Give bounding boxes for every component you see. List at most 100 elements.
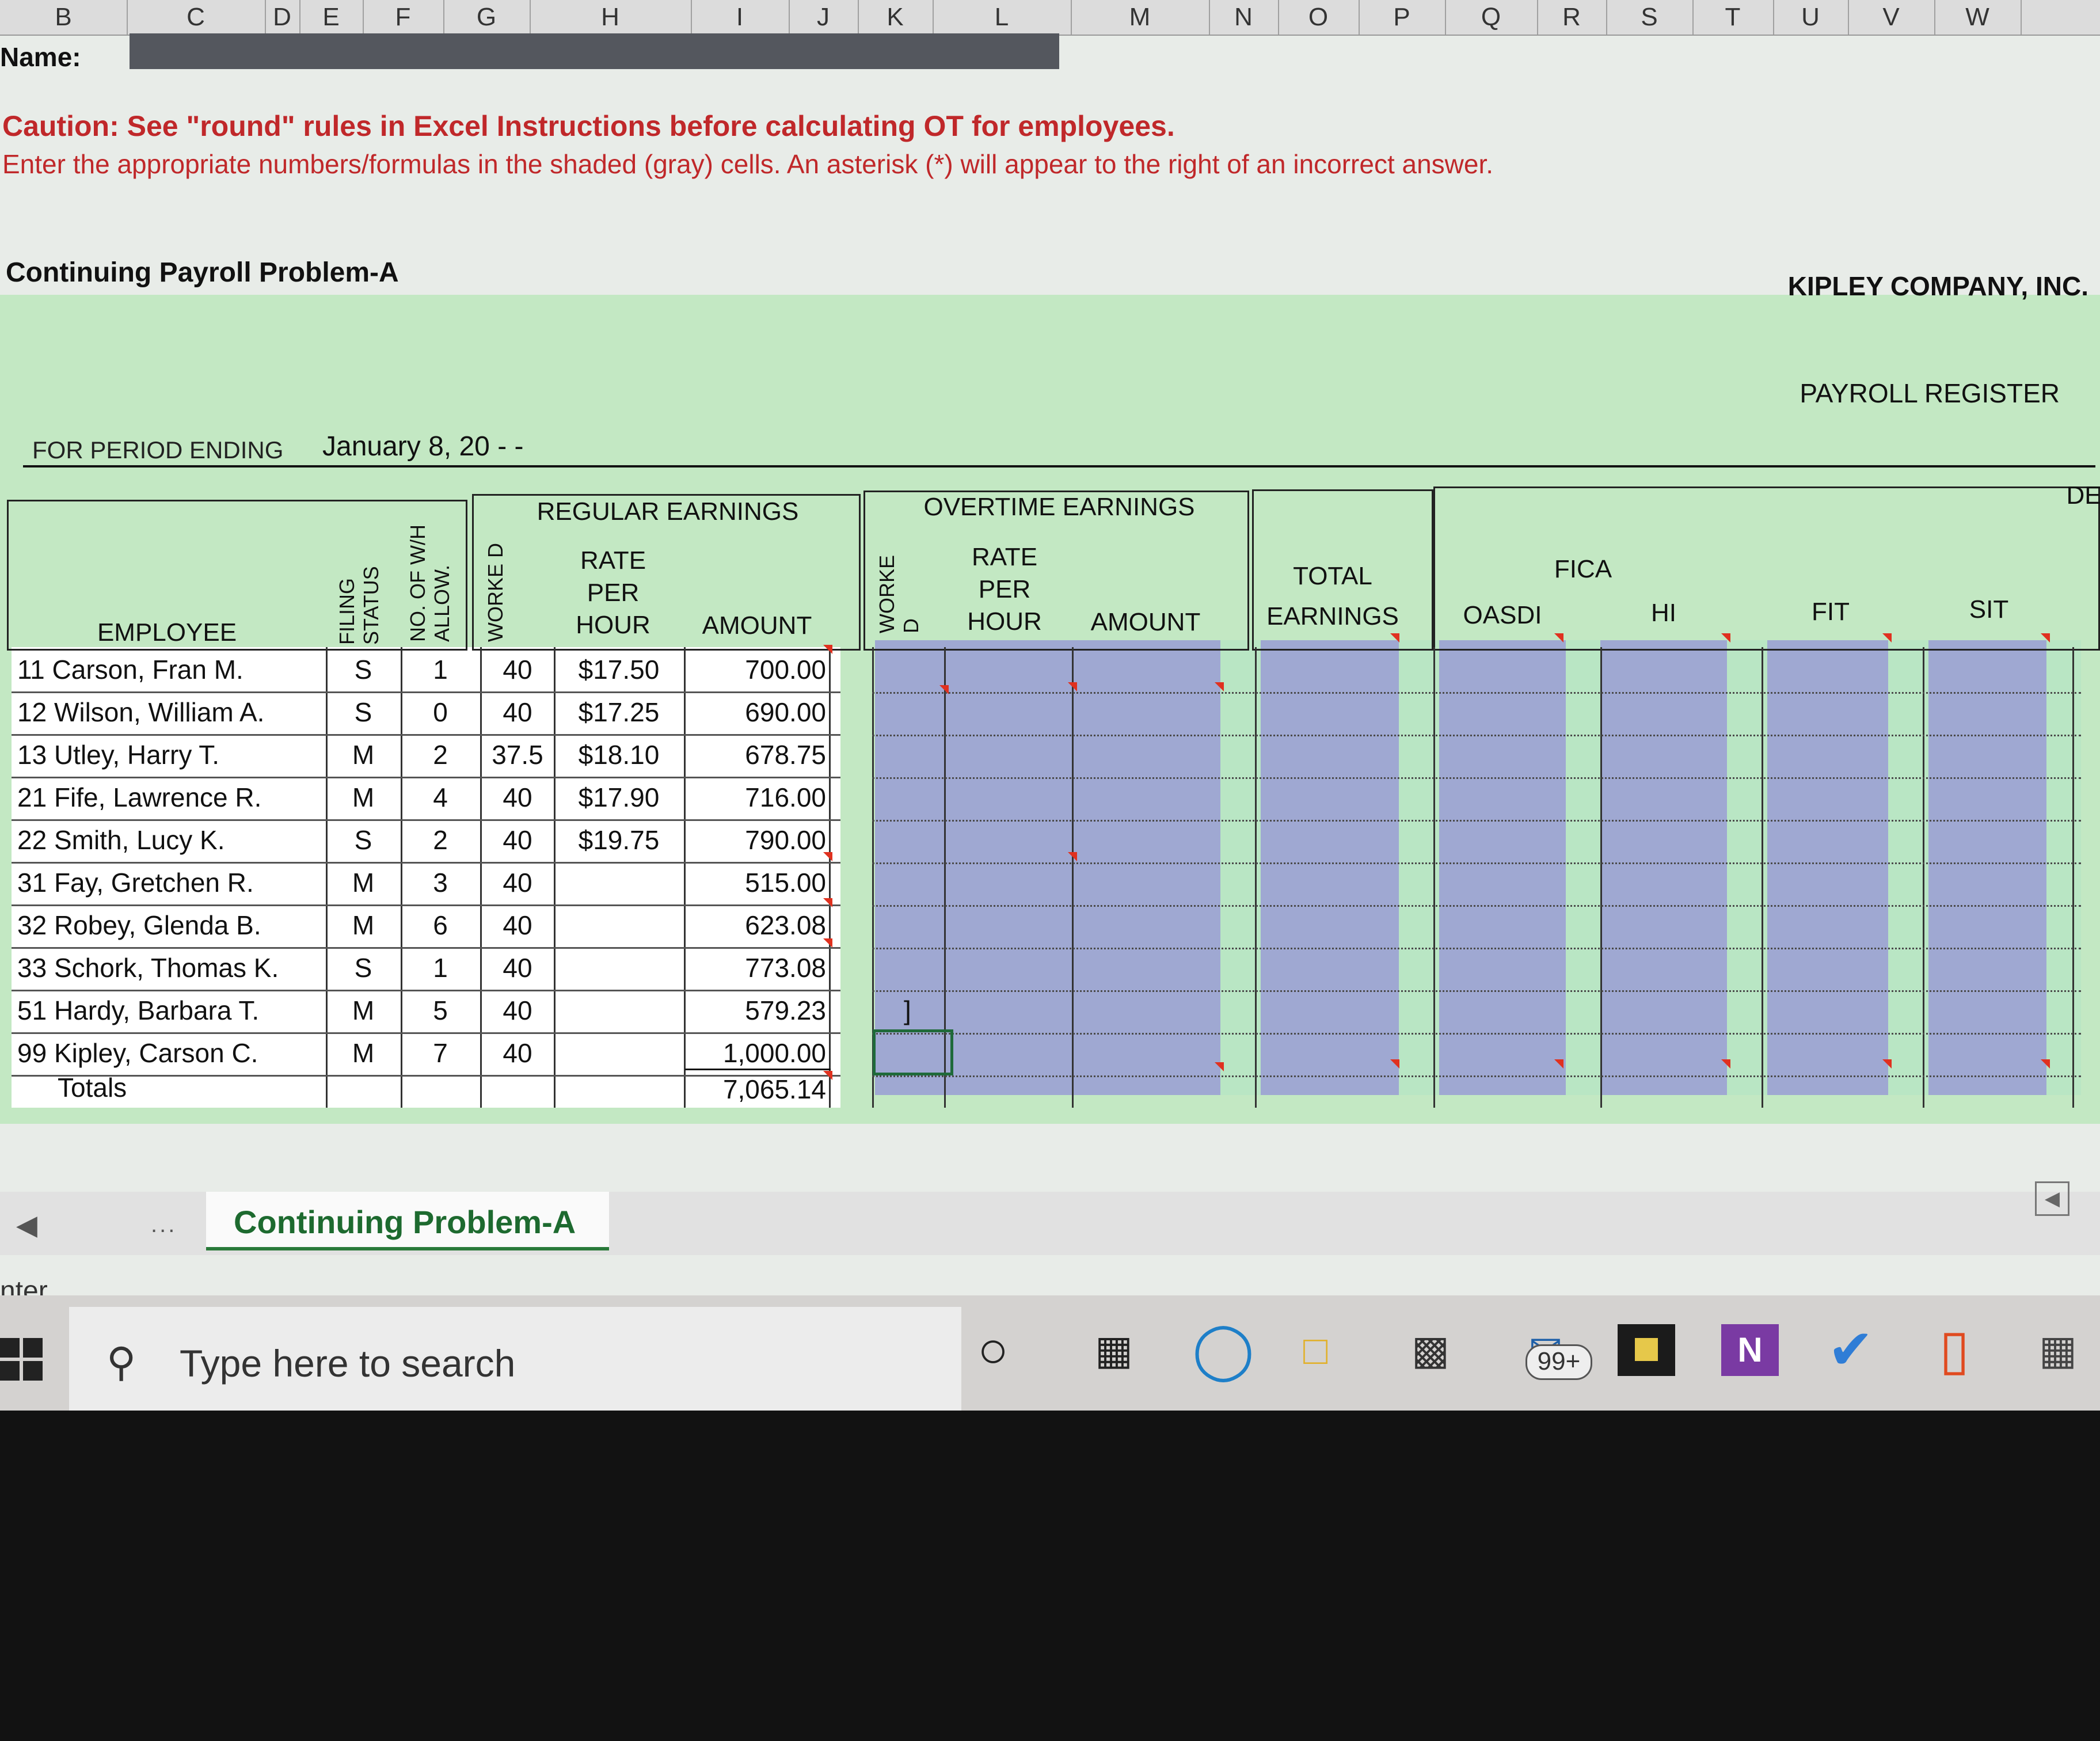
- cell-status[interactable]: M: [328, 906, 398, 944]
- cell-allow[interactable]: 1: [403, 949, 478, 987]
- shaded-input-column[interactable]: [1928, 640, 2046, 1095]
- column-letter[interactable]: I: [691, 0, 790, 35]
- cell-name[interactable]: 21 Fife, Lawrence R.: [14, 778, 328, 816]
- shaded-input-column[interactable]: [1072, 640, 1220, 1095]
- column-letter[interactable]: W: [1934, 0, 2022, 35]
- cell-hours[interactable]: 40: [482, 991, 553, 1029]
- column-letter[interactable]: V: [1848, 0, 1935, 35]
- scroll-tabs-left-icon[interactable]: ◀: [16, 1209, 37, 1241]
- cell-amount[interactable]: 623.08: [685, 906, 831, 944]
- store-icon[interactable]: ▩: [1399, 1318, 1462, 1382]
- column-letter[interactable]: P: [1359, 0, 1446, 35]
- cell-name[interactable]: 31 Fay, Gretchen R.: [14, 864, 328, 902]
- cell-amount[interactable]: 515.00: [685, 864, 831, 902]
- active-cell[interactable]: [873, 1029, 953, 1075]
- cell-rate[interactable]: $19.75: [556, 821, 682, 859]
- column-letter[interactable]: F: [363, 0, 444, 35]
- cell-status[interactable]: S: [328, 651, 398, 689]
- column-letter[interactable]: U: [1773, 0, 1849, 35]
- cell-allow[interactable]: 2: [403, 821, 478, 859]
- cell-hours[interactable]: 40: [482, 949, 553, 987]
- cell-hours[interactable]: 40: [482, 1034, 553, 1072]
- shaded-input-column[interactable]: [1767, 640, 1888, 1095]
- cell-hours[interactable]: 40: [482, 864, 553, 902]
- column-letter[interactable]: J: [789, 0, 859, 35]
- cell-status[interactable]: S: [328, 949, 398, 987]
- cell-amount[interactable]: 716.00: [685, 778, 831, 816]
- cell-hours[interactable]: 40: [482, 906, 553, 944]
- cell-hours[interactable]: 40: [482, 778, 553, 816]
- column-letter[interactable]: D: [265, 0, 300, 35]
- column-letter[interactable]: E: [299, 0, 364, 35]
- column-letter[interactable]: L: [933, 0, 1072, 35]
- cell-status[interactable]: M: [328, 1034, 398, 1072]
- cell-name[interactable]: 32 Robey, Glenda B.: [14, 906, 328, 944]
- shaded-input-column[interactable]: [1261, 640, 1399, 1095]
- cortana-icon[interactable]: ○: [961, 1318, 1025, 1382]
- more-tabs-button[interactable]: ...: [151, 1212, 177, 1238]
- todo-check-icon[interactable]: ✔: [1819, 1318, 1882, 1382]
- totals-amount[interactable]: 7,065.14: [685, 1069, 831, 1108]
- cell-name[interactable]: 99 Kipley, Carson C.: [14, 1034, 328, 1072]
- cell-allow[interactable]: 4: [403, 778, 478, 816]
- cell-name[interactable]: 22 Smith, Lucy K.: [14, 821, 328, 859]
- cell-amount[interactable]: 773.08: [685, 949, 831, 987]
- cell-hours[interactable]: 37.5: [482, 736, 553, 774]
- cell-allow[interactable]: 0: [403, 693, 478, 731]
- cell-rate[interactable]: $18.10: [556, 736, 682, 774]
- column-letter[interactable]: T: [1692, 0, 1774, 35]
- column-letter[interactable]: B: [0, 0, 128, 35]
- column-letter[interactable]: S: [1606, 0, 1694, 35]
- cell-allow[interactable]: 5: [403, 991, 478, 1029]
- cell-status[interactable]: S: [328, 693, 398, 731]
- calculator-icon[interactable]: ▦: [2026, 1318, 2090, 1382]
- cell-name[interactable]: 12 Wilson, William A.: [14, 693, 328, 731]
- column-letter[interactable]: R: [1537, 0, 1607, 35]
- cell-hours[interactable]: 40: [482, 821, 553, 859]
- cell-status[interactable]: S: [328, 821, 398, 859]
- cell-allow[interactable]: 6: [403, 906, 478, 944]
- cell-allow[interactable]: 7: [403, 1034, 478, 1072]
- cell-status[interactable]: M: [328, 778, 398, 816]
- name-input-cell[interactable]: [130, 33, 1059, 69]
- column-letter[interactable]: N: [1209, 0, 1279, 35]
- cell-rate[interactable]: $17.90: [556, 778, 682, 816]
- cell-name[interactable]: 33 Schork, Thomas K.: [14, 949, 328, 987]
- cell-status[interactable]: M: [328, 736, 398, 774]
- office-icon[interactable]: ▯: [1923, 1318, 1986, 1382]
- cell-amount[interactable]: 690.00: [685, 693, 831, 731]
- cell-name[interactable]: 13 Utley, Harry T.: [14, 736, 328, 774]
- cell-amount[interactable]: 579.23: [685, 991, 831, 1029]
- cell-status[interactable]: M: [328, 991, 398, 1029]
- windows-start-icon[interactable]: [0, 1338, 43, 1381]
- column-letter[interactable]: K: [858, 0, 934, 35]
- cell-amount[interactable]: 700.00: [685, 651, 831, 689]
- cell-rate[interactable]: $17.25: [556, 693, 682, 731]
- shaded-input-column[interactable]: [944, 640, 1072, 1095]
- column-letter[interactable]: O: [1278, 0, 1360, 35]
- cell-status[interactable]: M: [328, 864, 398, 902]
- column-letter[interactable]: G: [443, 0, 531, 35]
- cell-rate[interactable]: $17.50: [556, 651, 682, 689]
- horizontal-scroll-left-icon[interactable]: ◀: [2035, 1181, 2069, 1216]
- column-letter[interactable]: Q: [1445, 0, 1538, 35]
- cell-allow[interactable]: 2: [403, 736, 478, 774]
- task-view-icon[interactable]: ▦: [1082, 1318, 1146, 1382]
- edge-browser-icon[interactable]: ◯: [1192, 1318, 1255, 1382]
- shaded-input-column[interactable]: [1439, 640, 1566, 1095]
- cell-amount[interactable]: 1,000.00: [685, 1034, 831, 1072]
- column-letter[interactable]: M: [1071, 0, 1210, 35]
- column-letter[interactable]: H: [530, 0, 692, 35]
- shaded-input-column[interactable]: [1600, 640, 1727, 1095]
- cell-name[interactable]: 51 Hardy, Barbara T.: [14, 991, 328, 1029]
- cell-hours[interactable]: 40: [482, 651, 553, 689]
- cell-amount[interactable]: 790.00: [685, 821, 831, 859]
- cell-allow[interactable]: 1: [403, 651, 478, 689]
- onenote-icon[interactable]: N: [1721, 1324, 1779, 1376]
- cell-name[interactable]: 11 Carson, Fran M.: [14, 651, 328, 689]
- cell-hours[interactable]: 40: [482, 693, 553, 731]
- file-explorer-icon[interactable]: □: [1284, 1318, 1347, 1382]
- cell-amount[interactable]: 678.75: [685, 736, 831, 774]
- column-letter[interactable]: C: [127, 0, 266, 35]
- cell-allow[interactable]: 3: [403, 864, 478, 902]
